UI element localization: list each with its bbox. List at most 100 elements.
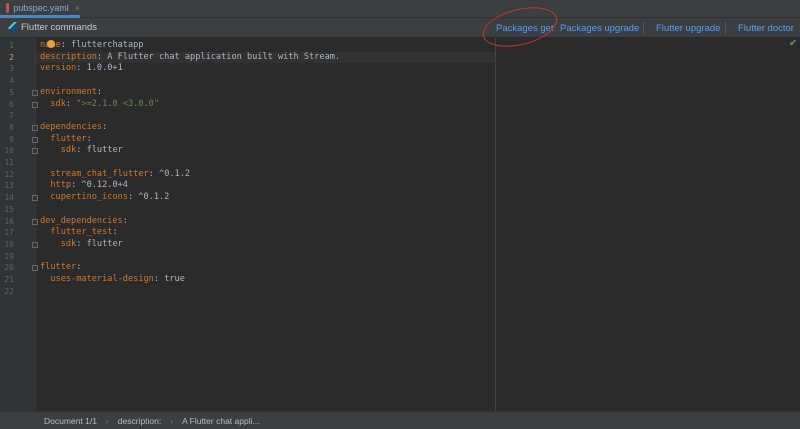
yaml-text: : ^0.12.0+4 (71, 180, 128, 191)
yaml-key: dependencies (40, 121, 103, 132)
yaml-text: : flutterchatapp (60, 40, 144, 50)
chevron-right-icon: › (105, 415, 109, 426)
yaml-key: flutter (50, 133, 87, 144)
flutter-doctor-button[interactable]: Flutter doctor (738, 23, 794, 34)
yaml-text (40, 145, 61, 155)
line-number: 21 (4, 275, 14, 284)
line-number: 9 (9, 134, 14, 144)
code-line: dev_dependencies: (40, 216, 128, 228)
line-number: 12 (4, 169, 14, 179)
yaml-text: : 1.0.0+1 (76, 63, 123, 74)
yaml-text: : true (153, 274, 185, 284)
code-line: flutter: (40, 262, 81, 274)
line-number: 11 (4, 158, 14, 167)
code-line: uses-material-design: true (40, 274, 185, 286)
yaml-key: uses-material-design (50, 274, 154, 284)
tab-label: pubspec.yaml (13, 2, 69, 13)
line-number: 1 (9, 41, 14, 50)
close-icon[interactable]: × (75, 3, 80, 13)
yaml-text: : ^0.1.2 (127, 192, 170, 203)
yaml-text: : ^0.1.2 (148, 168, 191, 179)
yaml-text: : (112, 227, 118, 238)
yaml-key: sdk (60, 238, 77, 249)
toolbar-title-text: Flutter commands (21, 22, 98, 33)
yaml-key: description (40, 51, 97, 62)
yaml-text (40, 180, 50, 190)
code-line: dependencies: (40, 122, 107, 134)
yaml-file-icon (6, 2, 10, 13)
line-number: 3 (9, 64, 14, 74)
line-number: 10 (4, 146, 14, 156)
right-margin-guide (495, 38, 496, 411)
flutter-logo-icon (8, 22, 17, 33)
chevron-right-icon: › (170, 415, 174, 426)
line-number: 13 (4, 181, 14, 191)
line-number: 6 (9, 99, 14, 109)
yaml-text (40, 134, 50, 144)
code-line: version: 1.0.0+1 (40, 63, 123, 75)
breadcrumb-key[interactable]: description: (118, 416, 161, 426)
line-number-gutter: 1 2 3 4 5 6 7 8 9 10 11 12 13 14 15 16 17 18 19 20 21 22 (0, 38, 38, 411)
line-number: 22 (4, 286, 14, 296)
code-editor[interactable]: name: flutterchatappdescription: A Flutt… (36, 38, 496, 411)
tab-bar: pubspec.yaml × (0, 0, 800, 18)
line-number: 7 (9, 111, 14, 121)
yaml-text (40, 227, 50, 237)
yaml-text: : (65, 98, 77, 109)
intention-bulb-icon[interactable] (47, 40, 55, 48)
yaml-string: ">=2.1.0 <3.0.0" (76, 98, 160, 109)
yaml-text: : flutter (76, 145, 123, 156)
line-number: 14 (4, 193, 14, 203)
code-line: name: flutterchatapp (40, 40, 144, 52)
tab-pubspec-yaml[interactable]: pubspec.yaml × (0, 0, 80, 18)
code-line: cupertino_icons: ^0.1.2 (40, 192, 169, 204)
yaml-text (40, 192, 50, 202)
code-line: stream_chat_flutter: ^0.1.2 (40, 169, 190, 181)
yaml-text (40, 274, 50, 284)
yaml-key: flutter_test (50, 227, 113, 238)
yaml-text: : (96, 86, 103, 97)
yaml-text (40, 169, 50, 179)
divider (725, 22, 726, 34)
toolbar-title: Flutter commands (8, 22, 97, 33)
yaml-text: : (102, 121, 108, 132)
line-number: 18 (4, 239, 14, 249)
breadcrumb-value[interactable]: A Flutter chat appli... (182, 416, 259, 426)
line-number: 15 (4, 204, 14, 214)
yaml-text: : A Flutter chat application built with … (96, 51, 341, 62)
yaml-key: cupertino_icons (50, 192, 128, 203)
yaml-text (40, 239, 61, 249)
yaml-text: : (122, 215, 128, 226)
code-line: sdk: flutter (40, 239, 123, 251)
line-number: 17 (4, 228, 14, 238)
yaml-key: sdk (50, 98, 66, 109)
code-line: sdk: flutter (40, 145, 123, 157)
breadcrumb: Document 1/1 › description: › A Flutter … (0, 411, 800, 429)
line-number: 16 (4, 216, 14, 226)
code-line: sdk: ">=2.1.0 <3.0.0" (40, 99, 159, 111)
divider (643, 22, 644, 34)
yaml-key: sdk (60, 145, 77, 156)
yaml-key: flutter (40, 262, 77, 273)
line-number: 2 (9, 52, 14, 62)
yaml-key: environment (40, 86, 97, 97)
yaml-text: : flutter (76, 238, 123, 249)
yaml-key: version (40, 63, 77, 74)
code-line: flutter: (40, 133, 91, 146)
flutter-commands-bar: Flutter commands Packages get Packages u… (0, 18, 800, 38)
code-line: environment: (40, 87, 102, 99)
line-number: 19 (4, 251, 14, 261)
line-number: 5 (9, 87, 14, 97)
yaml-key: stream_chat_flutter (50, 168, 149, 179)
packages-upgrade-button[interactable]: Packages upgrade (560, 23, 639, 34)
code-line: description: A Flutter chat application … (40, 52, 340, 64)
code-line: http: ^0.12.0+4 (40, 180, 128, 192)
code-line: flutter_test: (40, 227, 118, 239)
flutter-upgrade-button[interactable]: Flutter upgrade (656, 23, 720, 34)
yaml-text: : (76, 262, 82, 273)
breadcrumb-document[interactable]: Document 1/1 (44, 416, 97, 426)
yaml-key: dev_dependencies (40, 215, 123, 226)
yaml-key: http (50, 180, 72, 191)
line-number: 8 (9, 122, 14, 132)
check-icon: ✔ (789, 38, 798, 49)
